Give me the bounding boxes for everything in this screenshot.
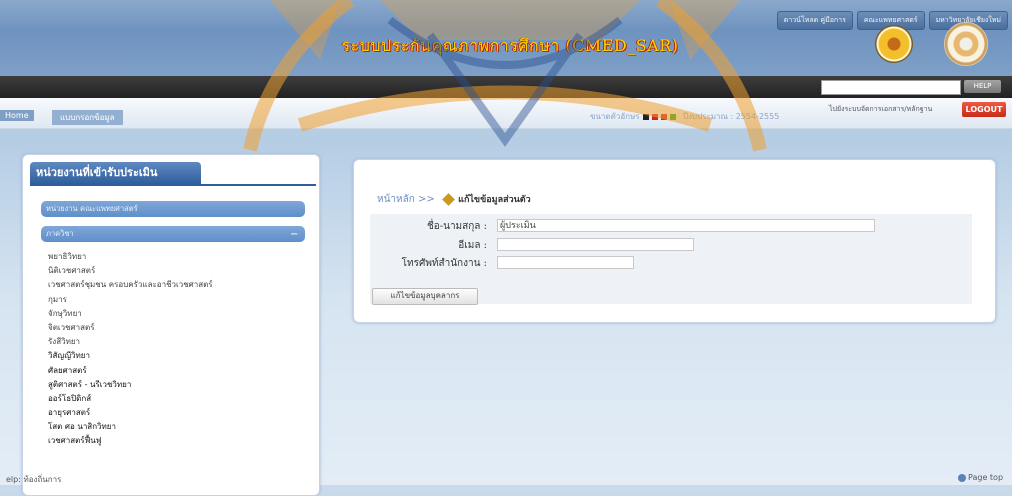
name-label: ชื่อ-นามสกุล : [426, 221, 487, 232]
department-item[interactable]: นิติเวชศาสตร์ [48, 264, 213, 278]
faculty-seal-logo [875, 25, 913, 63]
document-system-link[interactable]: ไปยังระบบจัดการเอกสาร/หลักฐาน [829, 104, 932, 115]
font-size-controls: ขนาดตัวอักษร [590, 110, 676, 123]
department-item[interactable]: วิสัญญีวิทยา [48, 349, 213, 363]
page-top-link[interactable]: Page top [958, 473, 1003, 482]
department-item[interactable]: พยาธิวิทยา [48, 250, 213, 264]
department-item[interactable]: โสต ศอ นาสิกวิทยา [48, 420, 213, 434]
department-item[interactable]: เวชศาสตร์ฟื้นฟู [48, 434, 213, 448]
content-crumb-title: แก้ไขข้อมูลส่วนตัว [458, 195, 531, 205]
department-item[interactable]: รังสีวิทยา [48, 335, 213, 349]
department-list: พยาธิวิทยา นิติเวชศาสตร์ เวชศาสตร์ชุมชน … [48, 250, 213, 449]
edit-staff-button[interactable]: แก้ไขข้อมูลบุคลากร [372, 288, 478, 305]
fiscal-year-label: ปีงบประมาณ : 2554-2555 [683, 112, 780, 121]
font-size-label: ขนาดตัวอักษร [590, 112, 640, 121]
help-button[interactable]: HELP [964, 80, 1001, 93]
collapse-icon[interactable]: − [290, 229, 298, 240]
sidebar-title: หน่วยงานที่เข้ารับประเมิน [30, 162, 201, 184]
sidebar-group-departments[interactable]: ภาควิชา [41, 226, 305, 242]
logout-button[interactable]: LOGOUT [962, 102, 1006, 117]
font-color-red2-swatch[interactable] [660, 113, 667, 120]
department-item[interactable]: จิตเวชศาสตร์ [48, 321, 213, 335]
email-label: อีเมล : [458, 240, 487, 251]
department-item[interactable]: ศัลยศาสตร์ [48, 364, 213, 378]
name-field[interactable]: ผู้ประเมิน [497, 219, 875, 232]
arrow-up-icon [958, 473, 966, 482]
pencil-icon [442, 193, 455, 206]
department-item[interactable]: กุมาร [48, 293, 213, 307]
header-link-manual[interactable]: ดาวน์โหลด คู่มือการ [776, 11, 853, 30]
font-color-red-swatch[interactable] [651, 113, 658, 120]
breadcrumb-current: แบบกรอกข้อมูล [52, 110, 123, 125]
content-crumb-home[interactable]: หน้าหลัก [377, 194, 415, 205]
breadcrumb-home-link[interactable]: Home [0, 110, 34, 121]
department-item[interactable]: เวชศาสตร์ชุมชน ครอบครัวและอาชีวเวชศาสตร์ [48, 278, 213, 292]
site-title: ระบบประกันคุณภาพการศึกษา (CMED_SAR) [341, 36, 679, 55]
status-text: elp: ท้องถิ่นการ [6, 475, 62, 484]
department-item[interactable]: สูติศาสตร์ - นรีเวชวิทยา [48, 378, 213, 392]
department-item[interactable]: อายุรศาสตร์ [48, 406, 213, 420]
sidebar-group-faculty-units[interactable]: หน่วยงาน คณะแพทยศาสตร์ [41, 201, 305, 217]
content-crumb-separator: >> [418, 194, 435, 205]
page-top-label: Page top [968, 473, 1004, 482]
email-field[interactable] [497, 238, 694, 251]
department-item[interactable]: จักษุวิทยา [48, 307, 213, 321]
phone-label: โทรศัพท์สำนักงาน : [401, 258, 487, 269]
phone-field[interactable] [497, 256, 634, 269]
search-input[interactable] [821, 80, 961, 95]
content-breadcrumb: หน้าหลัก >> แก้ไขข้อมูลส่วนตัว [377, 192, 531, 207]
sidebar-title-rule [30, 184, 316, 186]
department-item[interactable]: ออร์โธปิดิกส์ [48, 392, 213, 406]
university-seal-logo [944, 22, 988, 66]
font-color-black-swatch[interactable] [642, 113, 649, 120]
font-color-green-swatch[interactable] [669, 113, 676, 120]
